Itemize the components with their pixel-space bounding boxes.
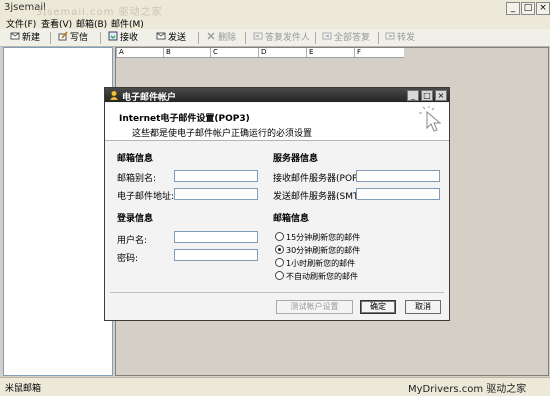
cancel-button[interactable]: 取消 — [405, 300, 441, 314]
toolbar-separator — [50, 32, 51, 44]
toolbar-separator — [198, 32, 199, 44]
status-text: 米鼠邮箱 — [5, 384, 42, 394]
refresh-option-label[interactable]: 1小时刷新您的邮件 — [286, 258, 355, 269]
reply-sender-button[interactable]: 答复发件人 — [253, 31, 310, 44]
mailbox-info-heading: 邮箱信息 — [117, 154, 154, 164]
dialog-header-title: Internet电子邮件设置(POP3) — [119, 114, 250, 124]
receive-icon — [108, 31, 118, 41]
dialog-title: 电子邮件帐户 — [122, 93, 177, 103]
write-label: 写信 — [70, 33, 89, 43]
password-input[interactable] — [174, 249, 258, 261]
reply-all-label: 全部答复 — [334, 33, 371, 43]
new-label: 新建 — [22, 33, 41, 43]
address-input[interactable] — [174, 188, 258, 200]
menu-bar: 文件(F) 查看(V) 邮箱(B) 邮件(M) — [0, 16, 550, 30]
dialog-header-subtitle: 这些都是使电子邮件帐户正确运行的必须设置 — [132, 129, 313, 139]
forward-button[interactable]: 转发 — [385, 31, 415, 44]
username-label: 用户名: — [117, 236, 148, 246]
write-icon — [58, 31, 68, 41]
dialog-maximize-button[interactable]: □ — [421, 90, 433, 101]
new-button[interactable]: 新建 — [10, 31, 40, 44]
column-header: A B C D E F — [116, 48, 404, 58]
refresh-option-label[interactable]: 15分钟刷新您的邮件 — [286, 232, 360, 243]
delete-button[interactable]: 删除 — [206, 31, 236, 44]
column-f[interactable]: F — [354, 48, 403, 57]
username-input[interactable] — [174, 231, 258, 243]
toolbar-separator — [245, 32, 246, 44]
reply-all-button[interactable]: 全部答复 — [322, 31, 370, 44]
email-account-dialog: 电子邮件帐户 _ □ × Internet电子邮件设置(POP3) 这些都是使电… — [104, 87, 450, 321]
reply-all-icon — [322, 32, 332, 40]
refresh-option-radio[interactable] — [275, 245, 284, 254]
maximize-button[interactable]: □ — [521, 2, 535, 15]
new-mail-icon — [10, 32, 20, 40]
alias-label: 邮箱别名: — [117, 174, 157, 184]
toolbar-separator — [100, 32, 101, 44]
login-info-heading: 登录信息 — [117, 214, 154, 224]
smtp-input[interactable] — [356, 188, 440, 200]
column-d[interactable]: D — [258, 48, 305, 57]
reply-sender-label: 答复发件人 — [265, 33, 311, 43]
test-account-button[interactable]: 测试帐户设置 — [276, 300, 353, 314]
pop3-input[interactable] — [356, 170, 440, 182]
status-bar: 米鼠邮箱 MyDrivers.com 驱动之家 — [0, 377, 550, 396]
column-e[interactable]: E — [306, 48, 353, 57]
toolbar-separator — [315, 32, 316, 44]
close-button[interactable]: × — [536, 2, 550, 15]
refresh-option-label[interactable]: 30分钟刷新您的邮件 — [286, 245, 360, 256]
address-label: 电子邮件地址: — [117, 192, 175, 202]
forward-label: 转发 — [397, 33, 416, 43]
dialog-separator — [110, 292, 444, 293]
account-icon — [109, 90, 119, 100]
refresh-heading: 邮箱信息 — [273, 214, 310, 224]
column-c[interactable]: C — [210, 48, 257, 57]
send-button[interactable]: 发送 — [156, 31, 186, 44]
dialog-title-bar: 电子邮件帐户 _ □ × — [105, 88, 449, 103]
minimize-button[interactable]: _ — [506, 2, 520, 15]
watermark-bottom: MyDrivers.com 驱动之家 — [408, 384, 527, 395]
dialog-close-button[interactable]: × — [435, 90, 447, 101]
folder-pane[interactable] — [3, 47, 113, 376]
refresh-option-radio[interactable] — [275, 232, 284, 241]
alias-input[interactable] — [174, 170, 258, 182]
receive-button[interactable]: 接收 — [108, 31, 138, 44]
title-bar: 3jsemail 3jsemail.com 驱动之家 _ □ × — [0, 0, 550, 18]
receive-label: 接收 — [120, 33, 139, 43]
toolbar: 新建 写信 接收 发送 删除 答复发件人 全部答复 转发 — [0, 29, 550, 47]
send-icon — [156, 32, 166, 40]
dialog-minimize-button[interactable]: _ — [407, 90, 419, 101]
server-info-heading: 服务器信息 — [273, 154, 319, 164]
dialog-header: Internet电子邮件设置(POP3) 这些都是使电子邮件帐户正确运行的必须设… — [105, 103, 449, 141]
column-a[interactable]: A — [116, 48, 163, 57]
delete-label: 删除 — [218, 33, 237, 43]
refresh-option-radio[interactable] — [275, 271, 284, 280]
forward-icon — [385, 32, 395, 40]
ok-button[interactable]: 确定 — [360, 300, 396, 314]
refresh-option-radio[interactable] — [275, 258, 284, 267]
toolbar-separator — [378, 32, 379, 44]
cursor-icon — [419, 106, 442, 132]
write-button[interactable]: 写信 — [58, 31, 88, 44]
send-label: 发送 — [168, 33, 187, 43]
column-b[interactable]: B — [163, 48, 210, 57]
reply-icon — [253, 32, 263, 40]
delete-icon — [207, 32, 215, 40]
refresh-option-label[interactable]: 不自动刷新您的邮件 — [286, 271, 358, 282]
password-label: 密码: — [117, 254, 139, 264]
